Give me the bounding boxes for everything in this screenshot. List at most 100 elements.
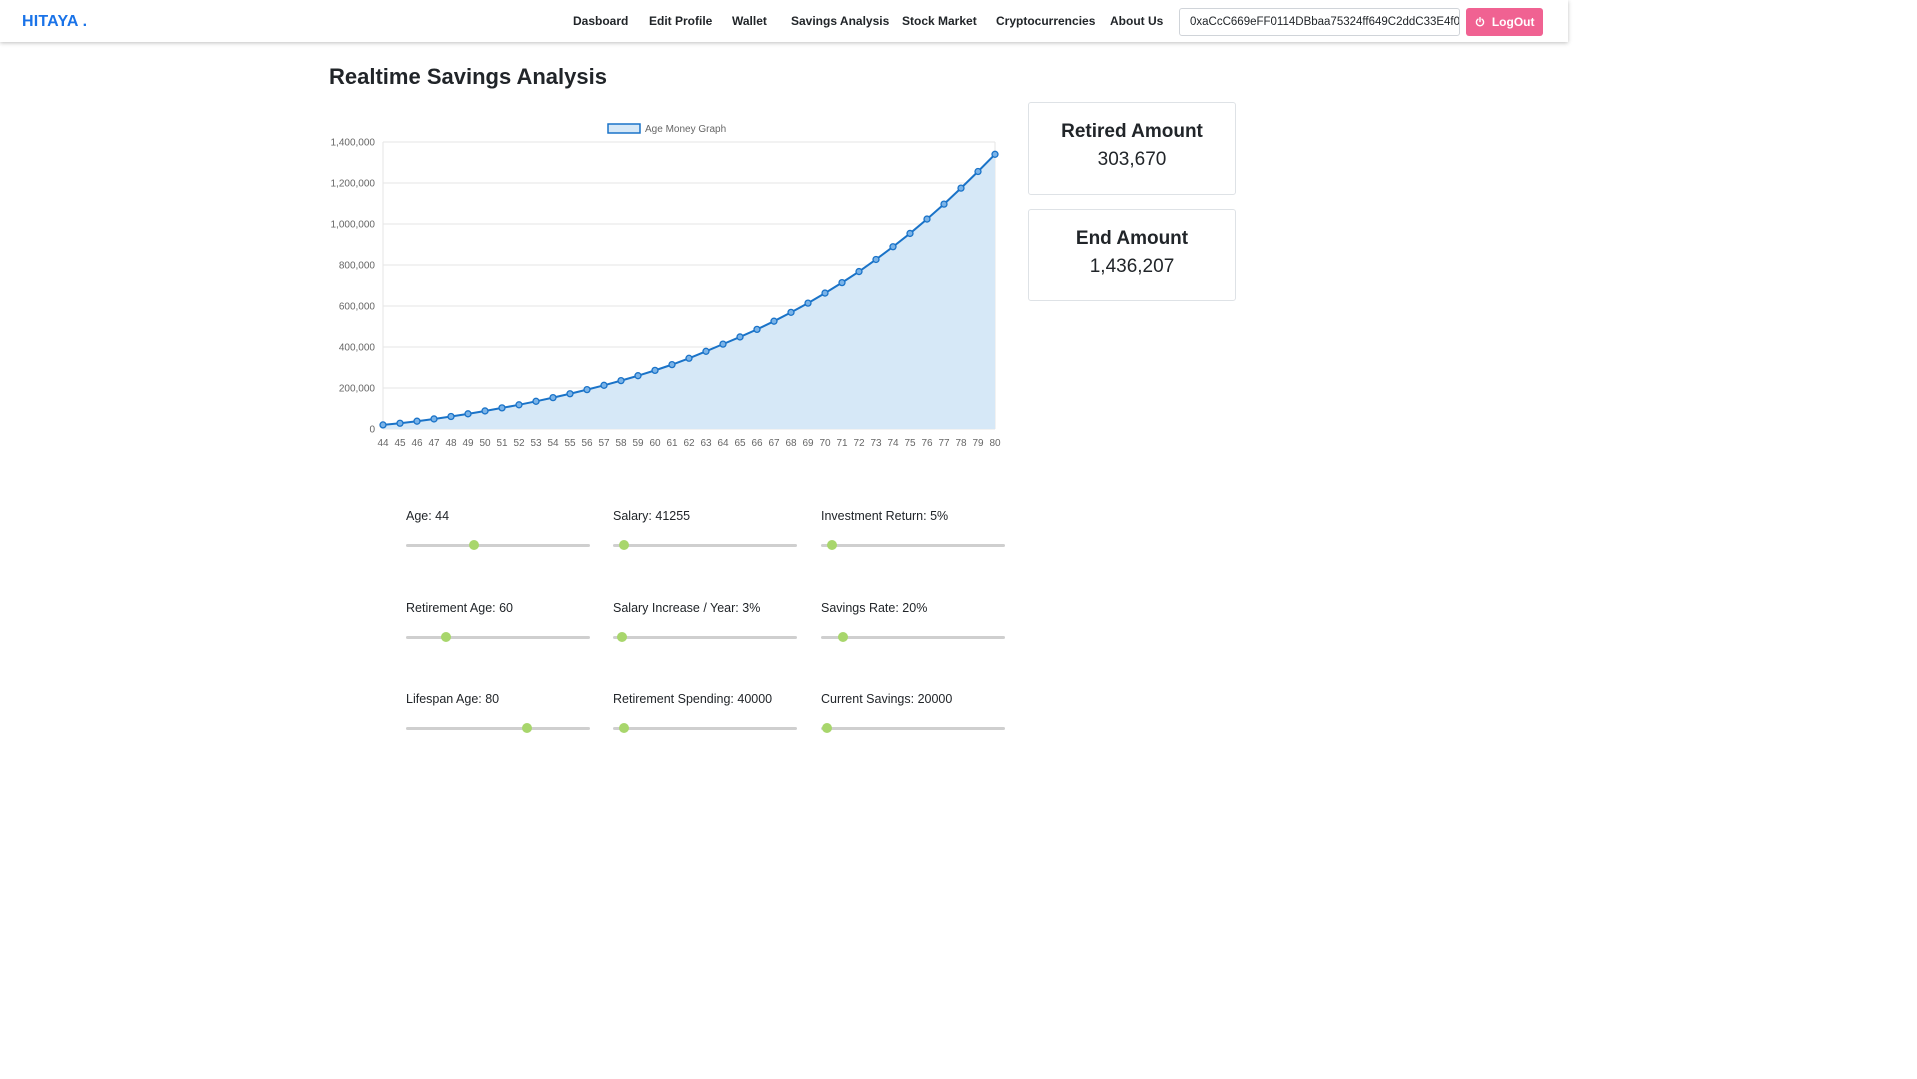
x-tick-label: 50 [479,438,491,449]
data-point [464,410,472,418]
x-tick-label: 63 [700,438,712,449]
x-tick-label: 76 [921,438,933,449]
x-tick-label: 62 [683,438,695,449]
data-point [413,417,421,425]
x-tick-label: 59 [632,438,644,449]
data-point [753,325,761,334]
x-tick-label: 52 [513,438,525,449]
x-tick-label: 49 [462,438,474,449]
x-tick-label: 57 [598,438,610,449]
x-tick-label: 74 [887,438,899,449]
x-tick-label: 58 [615,438,627,449]
data-point [532,397,540,405]
x-tick-label: 78 [955,438,967,449]
data-point [838,278,846,287]
data-point [515,401,523,409]
logout-label: LogOut [1491,15,1535,29]
data-point [651,366,659,375]
x-tick-label: 56 [581,438,593,449]
data-point [685,354,693,362]
x-tick-label: 45 [394,438,406,449]
x-tick-label: 44 [377,438,389,449]
x-tick-label: 55 [564,438,576,449]
nav-link-stock-market[interactable]: Stock Market [902,14,977,28]
slider-thumb[interactable] [469,540,480,550]
slider-track[interactable] [821,636,1005,639]
retirement-age-slider: Retirement Age: 60 [406,601,590,642]
data-point [702,347,710,355]
nav-link-about-us[interactable]: About Us [1110,14,1163,28]
savings-rate-slider: Savings Rate: 20% [821,601,1005,642]
slider-thumb[interactable] [619,723,630,733]
slider-thumb[interactable] [838,632,849,642]
logout-button[interactable]: LogOut [1466,8,1543,36]
retirement-age-slider-label: Retirement Age: 60 [406,601,514,615]
current-savings-slider-label: Current Savings: 20000 [821,692,953,706]
slider-track[interactable] [613,636,797,639]
x-tick-label: 71 [836,438,848,449]
slider-track[interactable] [406,544,590,547]
x-tick-label: 66 [751,438,763,449]
y-tick-label: 800,000 [339,261,376,272]
slider-thumb[interactable] [522,723,533,733]
slider-thumb[interactable] [821,723,832,733]
data-point [617,376,625,385]
y-tick-label: 400,000 [339,343,376,354]
x-tick-label: 69 [802,438,814,449]
data-point [668,360,676,369]
end-amount-title: End Amount [1075,228,1189,249]
data-point [583,385,591,394]
savings-rate-slider-label: Savings Rate: 20% [821,601,928,615]
data-point [889,243,897,251]
slider-thumb[interactable] [619,540,630,550]
x-tick-label: 53 [530,438,542,449]
y-tick-label: 1,200,000 [331,179,376,190]
nav-link-savings-analysis[interactable]: Savings Analysis [791,14,889,28]
data-point [600,381,608,389]
lifespan-age-slider: Lifespan Age: 80 [406,692,590,733]
legend-label: Age Money Graph [645,124,726,135]
retirement-spending-slider-label: Retirement Spending: 40000 [613,692,773,706]
y-tick-label: 0 [369,425,375,436]
slider-track[interactable] [613,727,797,730]
data-point [481,407,489,415]
data-point [804,299,812,307]
slider-track[interactable] [821,727,1005,730]
age-slider-label: Age: 44 [406,509,450,523]
nav-link-dashboard[interactable]: Dasboard [573,14,628,28]
nav-link-cryptocurrencies[interactable]: Cryptocurrencies [996,14,1095,28]
x-tick-label: 61 [666,438,678,449]
data-point [821,289,829,297]
end-amount-value: 1,436,207 [1089,256,1175,277]
slider-thumb[interactable] [827,540,838,550]
brand-logo[interactable]: HITAYA . [22,13,87,31]
nav-link-wallet[interactable]: Wallet [732,14,767,28]
wallet-address-field[interactable]: 0xaCcC669eFF0114DBbaa75324ff649C2ddC33E4… [1179,8,1460,36]
slider-track[interactable] [406,727,590,730]
salary-slider-label: Salary: 41255 [613,509,691,523]
slider-track[interactable] [613,544,797,547]
data-point [940,200,948,208]
slider-track[interactable] [821,544,1005,547]
end-amount-card: End Amount 1,436,207 [1028,209,1236,301]
x-tick-label: 51 [496,438,508,449]
data-point [736,333,744,341]
investment-return-slider: Investment Return: 5% [821,509,1005,550]
slider-thumb[interactable] [617,632,628,642]
data-point [549,393,557,402]
slider-thumb[interactable] [441,632,452,642]
x-tick-label: 67 [768,438,780,449]
age-money-chart: Age Money Graph 0 200,000 400,000 600,000 800… [331,123,1001,449]
retired-amount-card: Retired Amount 303,670 [1028,102,1236,195]
page-title: Realtime Savings Analysis [329,64,607,89]
y-tick-label: 200,000 [339,384,376,395]
retired-amount-value: 303,670 [1097,149,1167,170]
data-point [498,404,506,412]
power-icon [1475,15,1488,29]
top-navbar: HITAYA . Dasboard Edit Profile Wallet Sa… [0,0,1568,42]
slider-track[interactable] [406,636,590,639]
nav-link-edit-profile[interactable]: Edit Profile [649,14,712,28]
lifespan-age-slider-label: Lifespan Age: 80 [406,692,500,706]
data-point [447,412,455,421]
investment-return-slider-label: Investment Return: 5% [821,509,949,523]
